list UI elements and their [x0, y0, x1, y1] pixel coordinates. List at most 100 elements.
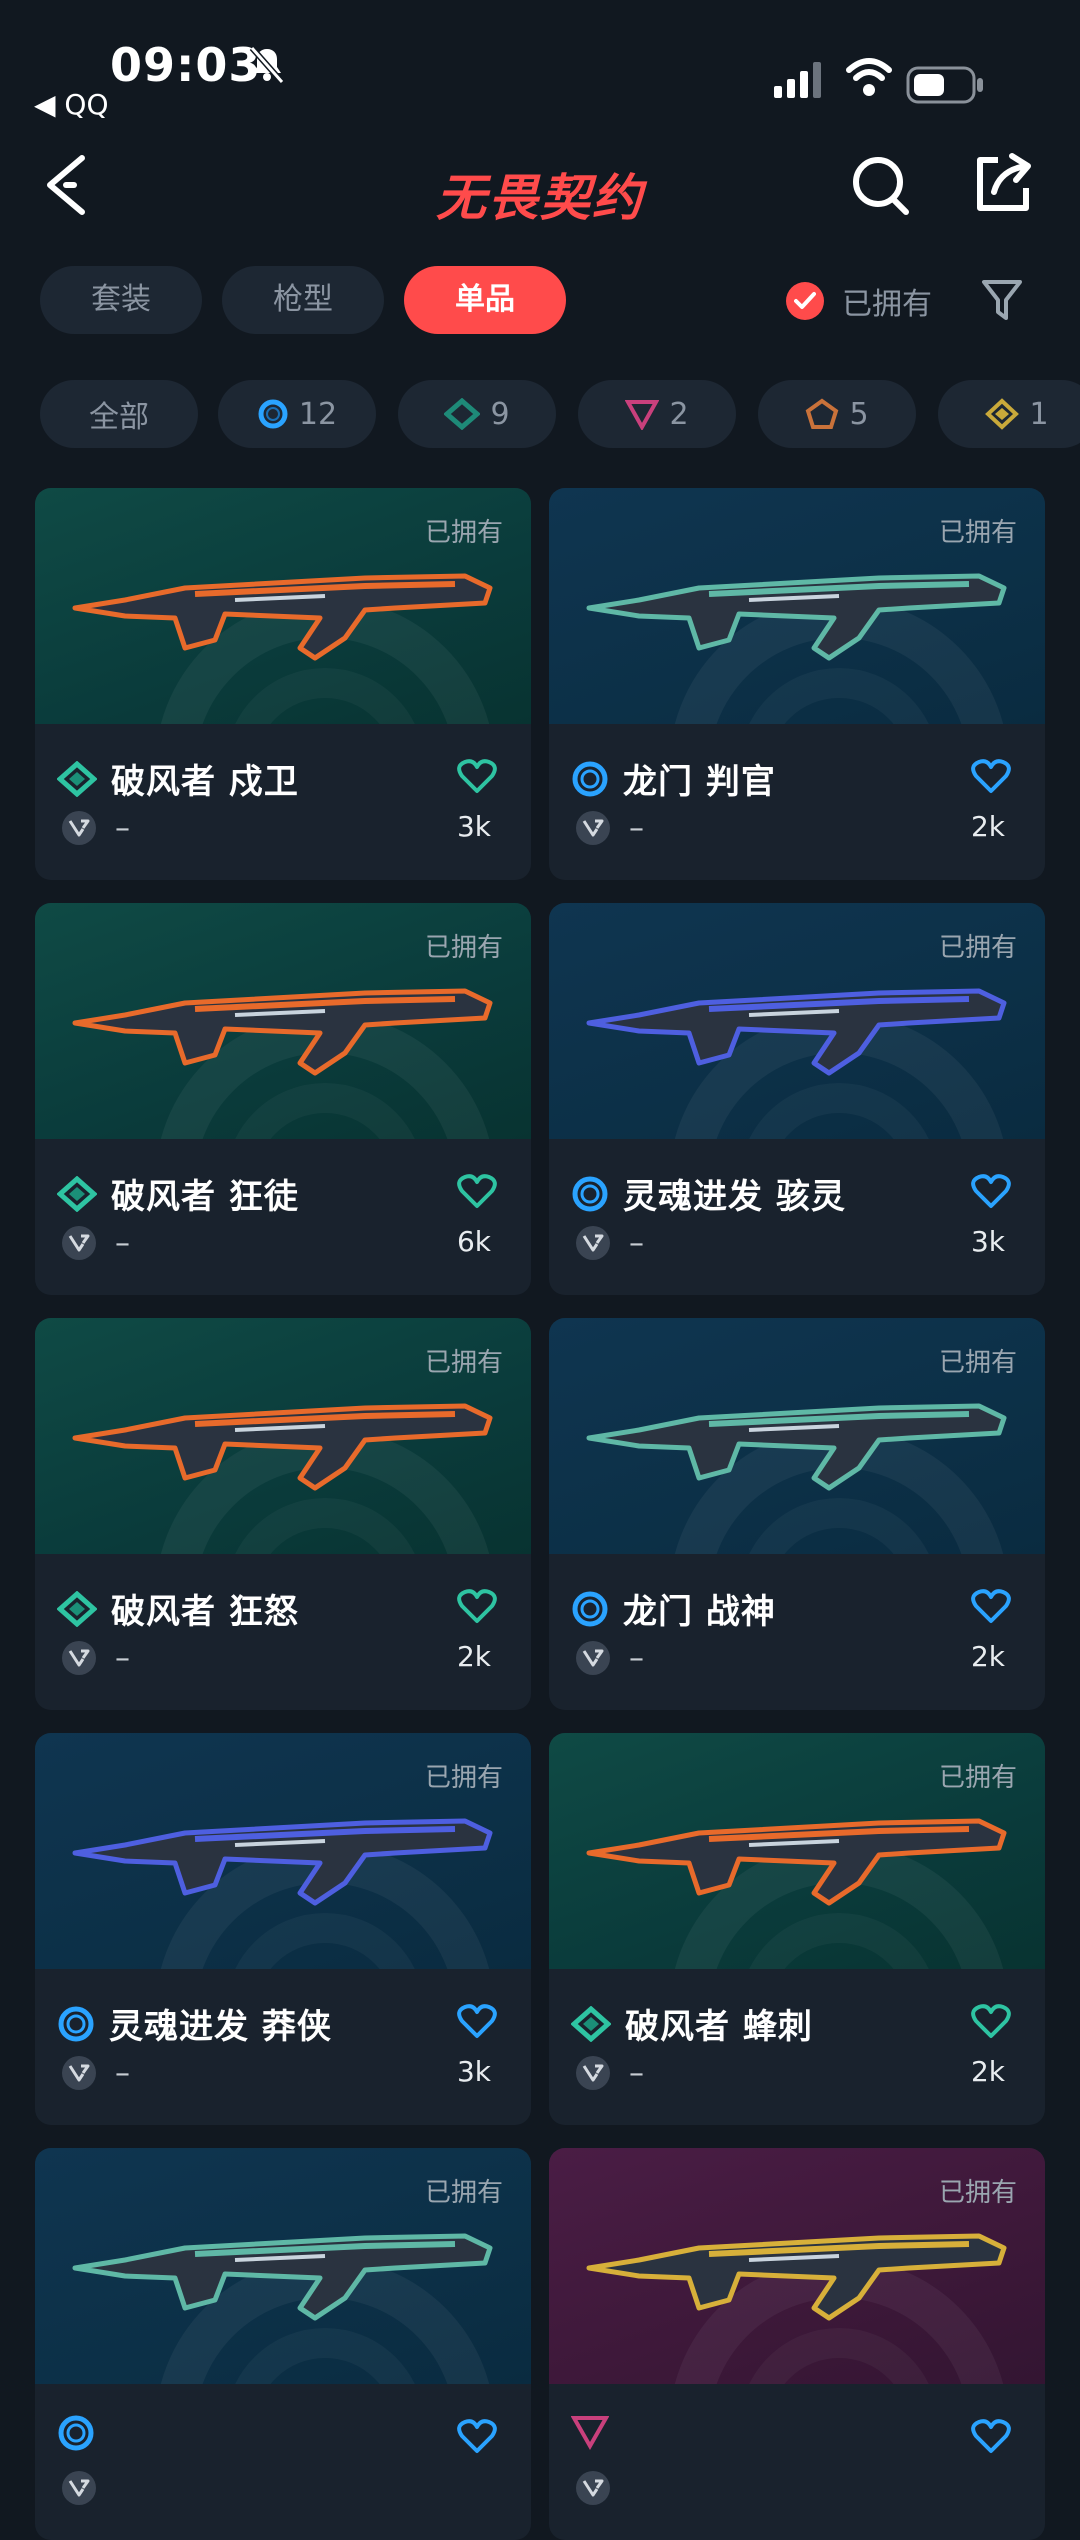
share-icon[interactable]	[970, 152, 1034, 216]
skin-card[interactable]: 已拥有 灵魂进发 骇灵 – 3k	[549, 903, 1045, 1295]
favorite-heart-icon[interactable]	[971, 2418, 1011, 2454]
weapon-image	[586, 2233, 1007, 2321]
favorite-heart-icon[interactable]	[457, 1173, 497, 1209]
favorite-heart-icon[interactable]	[457, 1588, 497, 1624]
skin-card[interactable]: 已拥有 龙门 判官 – 2k	[549, 488, 1045, 880]
skin-name-row: 破风者 狂怒	[57, 1584, 299, 1633]
weapon-image	[586, 1818, 1007, 1906]
skin-banner: 已拥有	[549, 903, 1045, 1139]
price-dash: –	[115, 1640, 130, 1676]
chip-label: 2	[669, 396, 689, 432]
skin-name: 灵魂进发 骇灵	[623, 1177, 846, 1217]
filter-funnel-icon[interactable]	[980, 276, 1024, 326]
favorite-heart-icon[interactable]	[457, 758, 497, 794]
skin-sub-row	[61, 2470, 115, 2506]
rarity-green-diamond-icon	[571, 2005, 611, 2042]
skin-name-row	[57, 2414, 109, 2452]
tab-set[interactable]: 套装	[40, 266, 202, 334]
skin-name-row: 龙门 战神	[571, 1584, 776, 1633]
price-dash: –	[629, 1225, 644, 1261]
rarity-blue-ring-icon	[572, 1591, 608, 1626]
skin-name-row	[571, 2414, 623, 2450]
favorite-heart-icon[interactable]	[971, 1173, 1011, 1209]
rarity-blue-ring-icon	[572, 1176, 608, 1211]
skin-sub-row: –	[575, 1640, 644, 1676]
valorant-logo-icon	[62, 2471, 96, 2505]
skin-card[interactable]: 已拥有破风者 戍卫 – 3k	[35, 488, 531, 880]
skin-name: 破风者 戍卫	[111, 762, 299, 802]
like-count: 6k	[456, 1225, 491, 1258]
price-dash: –	[115, 810, 130, 846]
skin-banner: 已拥有	[549, 1318, 1045, 1554]
search-icon[interactable]	[850, 152, 910, 218]
valorant-logo-icon	[576, 811, 610, 845]
like-count: 2k	[970, 1640, 1005, 1673]
weapon-image	[72, 2233, 493, 2321]
skin-name: 破风者 狂徒	[111, 1177, 299, 1217]
favorite-heart-icon[interactable]	[457, 2418, 497, 2454]
back-arrow-icon[interactable]	[40, 150, 100, 220]
valorant-logo-icon	[576, 1641, 610, 1675]
owned-tag: 已拥有	[938, 1763, 1017, 1793]
weapon-image	[72, 1403, 493, 1491]
favorite-heart-icon[interactable]	[457, 2003, 497, 2039]
chip-label: 1	[1029, 396, 1049, 432]
owned-tag: 已拥有	[424, 518, 503, 548]
valorant-logo-icon	[576, 1226, 610, 1260]
status-time: 09:03	[110, 38, 262, 92]
favorite-heart-icon[interactable]	[971, 1588, 1011, 1624]
skin-card[interactable]: 已拥有龙门 战神 – 2k	[549, 1318, 1045, 1710]
chip-orange[interactable]: 5	[758, 380, 916, 448]
owned-tag: 已拥有	[424, 1763, 503, 1793]
skin-card[interactable]: 已拥有 破风者 狂徒 – 6k	[35, 903, 531, 1295]
rarity-pink-triangle-icon	[625, 400, 660, 430]
rarity-green-diamond-icon	[57, 1590, 97, 1627]
rarity-gold-diamond-icon	[985, 398, 1020, 430]
valorant-logo-icon	[62, 1641, 96, 1675]
owned-tag: 已拥有	[424, 1348, 503, 1378]
weapon-image	[72, 988, 493, 1076]
skin-banner: 已拥有	[35, 488, 531, 724]
skin-card[interactable]: 已拥有	[35, 2148, 531, 2540]
weapon-image	[72, 573, 493, 661]
chip-blue[interactable]: 12	[218, 380, 376, 448]
rarity-blue-ring-icon	[572, 761, 608, 796]
skin-name-row: 灵魂进发 莽侠	[57, 1999, 332, 2048]
skin-sub-row: –	[61, 1640, 130, 1676]
back-to-app-link[interactable]: ◀ QQ	[34, 88, 109, 121]
skin-card[interactable]: 已拥有 破风者 蜂刺 – 2k	[549, 1733, 1045, 2125]
tab-gun-type[interactable]: 枪型	[222, 266, 384, 334]
rarity-green-diamond-icon	[57, 760, 97, 797]
chip-gold[interactable]: 1	[938, 380, 1080, 448]
skin-sub-row: –	[61, 810, 130, 846]
chip-all[interactable]: 全部	[40, 380, 198, 448]
skin-banner: 已拥有	[35, 903, 531, 1139]
skin-card[interactable]: 已拥有	[549, 2148, 1045, 2540]
skin-sub-row: –	[575, 1225, 644, 1261]
favorite-heart-icon[interactable]	[971, 758, 1011, 794]
owned-filter-label: 已拥有	[842, 287, 932, 322]
owned-tag: 已拥有	[938, 1348, 1017, 1378]
chip-label: 全部	[89, 400, 149, 435]
skin-card[interactable]: 已拥有 灵魂进发 莽侠 – 3k	[35, 1733, 531, 2125]
rarity-green-diamond-icon	[57, 1175, 97, 1212]
valorant-logo-icon	[576, 2056, 610, 2090]
price-dash: –	[629, 1640, 644, 1676]
rarity-blue-ring-icon	[58, 2415, 94, 2451]
weapon-image	[72, 1818, 493, 1906]
favorite-heart-icon[interactable]	[971, 2003, 1011, 2039]
like-count: 2k	[456, 1640, 491, 1673]
price-dash: –	[629, 2055, 644, 2091]
skin-name: 灵魂进发 莽侠	[109, 2007, 332, 2047]
skin-sub-row: –	[575, 810, 644, 846]
chip-label: 12	[298, 396, 338, 432]
skin-card[interactable]: 已拥有破风者 狂怒 – 2k	[35, 1318, 531, 1710]
chip-green[interactable]: 9	[398, 380, 556, 448]
skin-banner: 已拥有	[35, 1733, 531, 1969]
chip-pink[interactable]: 2	[578, 380, 736, 448]
owned-filter-toggle[interactable]: 已拥有	[786, 276, 932, 326]
owned-tag: 已拥有	[424, 2178, 503, 2208]
tab-single-item[interactable]: 单品	[404, 266, 566, 334]
like-count: 3k	[456, 810, 491, 843]
weapon-image	[586, 1403, 1007, 1491]
